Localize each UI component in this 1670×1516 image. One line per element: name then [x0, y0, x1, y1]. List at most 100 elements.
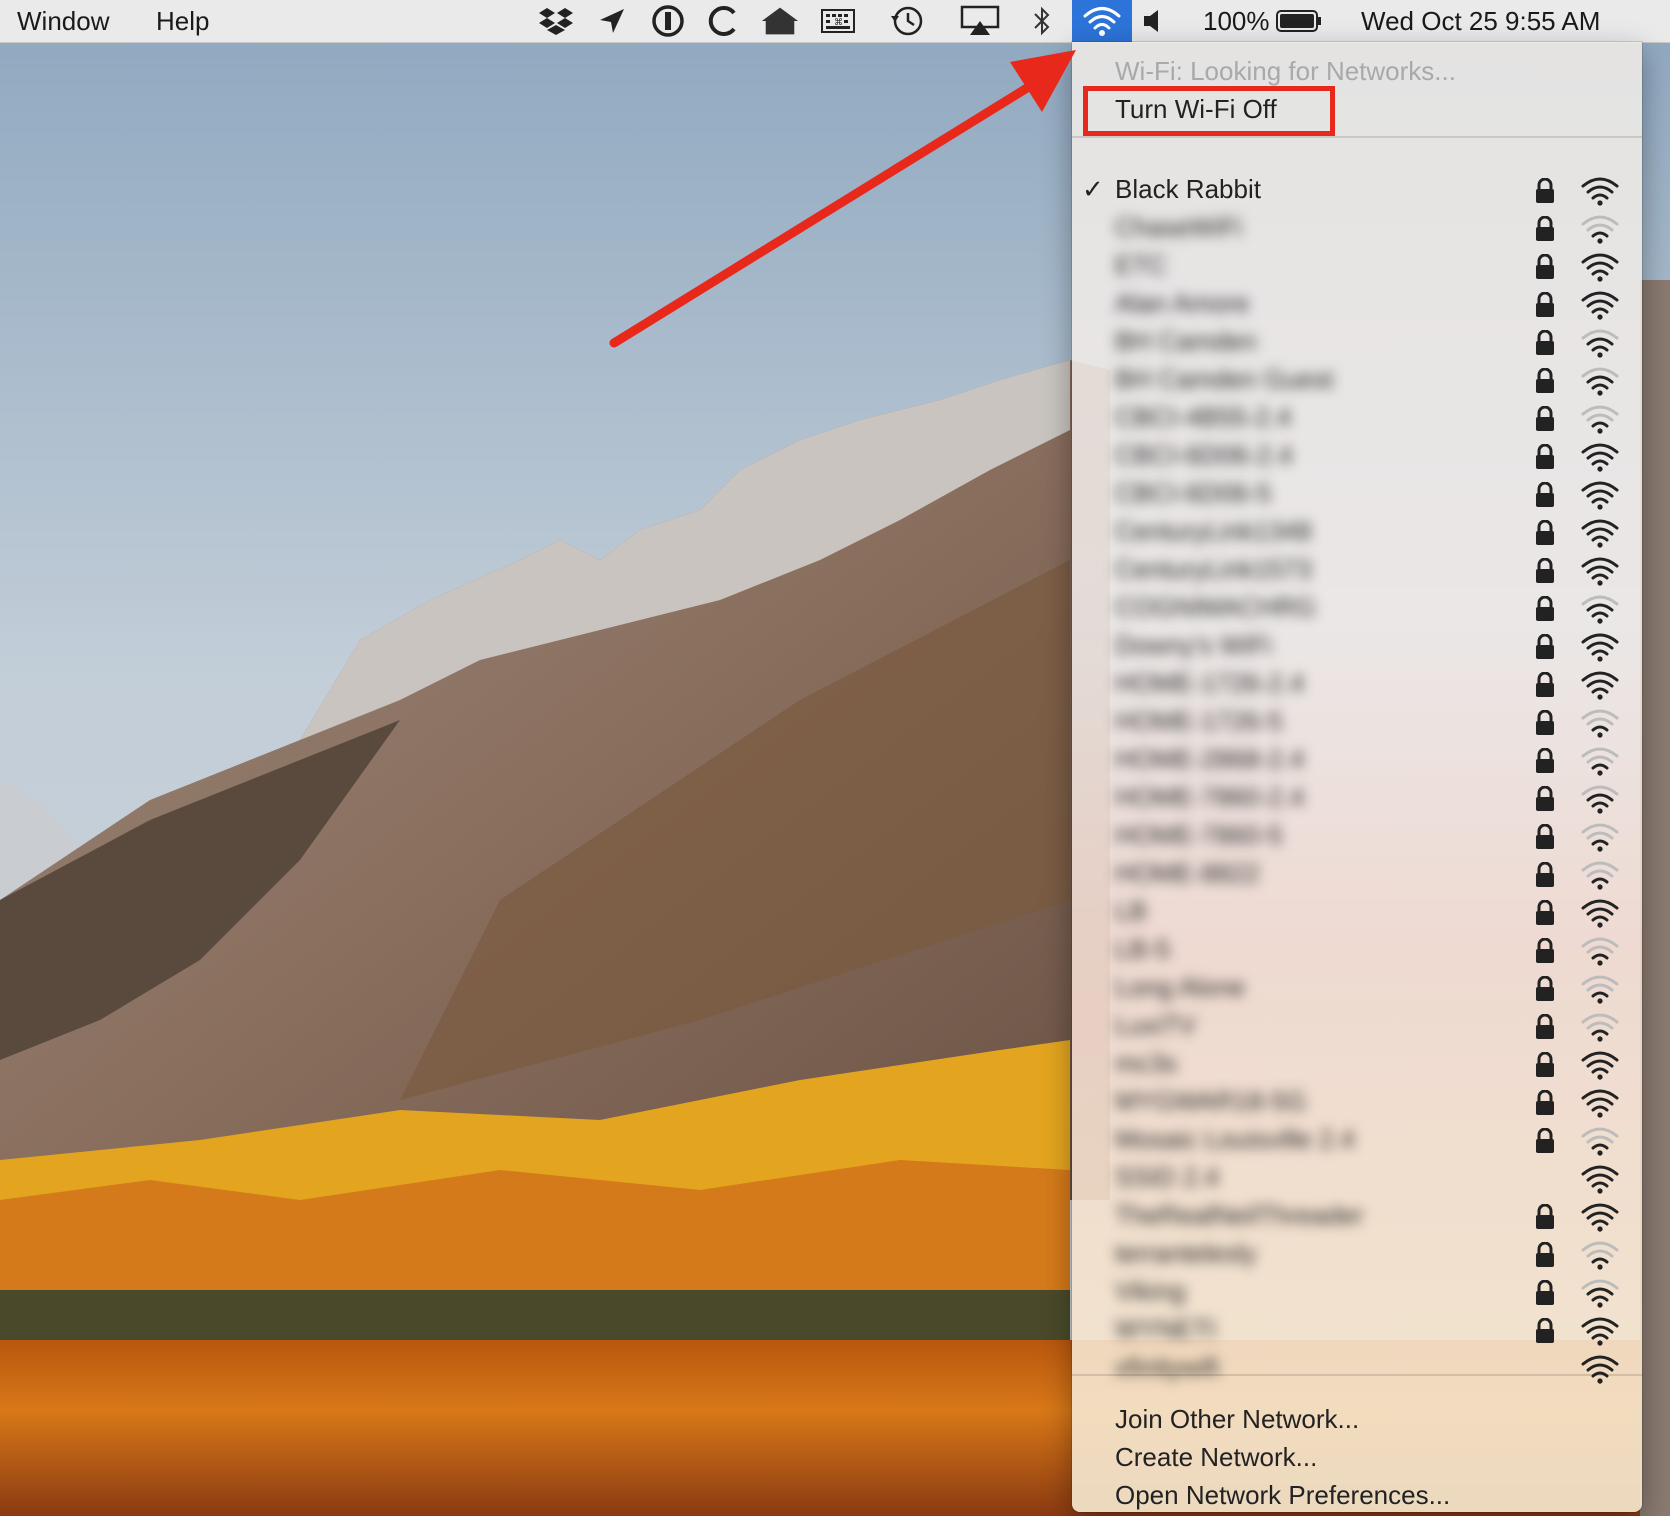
network-name: LB	[1115, 896, 1147, 926]
network-item-connected[interactable]: ✓ Black Rabbit	[1072, 170, 1642, 208]
network-name: Downy's WiFi	[1115, 630, 1272, 660]
network-item[interactable]: HOME-8822	[1072, 854, 1642, 892]
network-item[interactable]: HOME-7860-5	[1072, 816, 1642, 854]
network-item[interactable]: CenturyLink1573	[1072, 550, 1642, 588]
volume-icon[interactable]	[1134, 4, 1174, 38]
lock-icon	[1536, 178, 1554, 203]
create-network-item[interactable]: Create Network...	[1072, 1438, 1642, 1476]
lock-icon	[1536, 330, 1554, 355]
wifi-dropdown-menu: Wi-Fi: Looking for Networks... Turn Wi-F…	[1072, 42, 1642, 1512]
wifi-signal-icon	[1581, 823, 1619, 852]
wifi-signal-icon	[1581, 1089, 1619, 1118]
network-item[interactable]: SSID 2.4	[1072, 1158, 1642, 1196]
home-icon[interactable]	[760, 4, 800, 38]
lock-icon	[1536, 520, 1554, 545]
network-name: CBCI-6D06-2.4	[1115, 440, 1293, 470]
network-item[interactable]: COGNIMACHRG	[1072, 588, 1642, 626]
battery-icon[interactable]	[1275, 4, 1323, 38]
wifi-signal-icon	[1581, 405, 1619, 434]
network-item[interactable]: mc3s	[1072, 1044, 1642, 1082]
lock-icon	[1536, 558, 1554, 583]
network-item[interactable]: HOME-2868-2.4	[1072, 740, 1642, 778]
lock-icon	[1536, 748, 1554, 773]
network-item[interactable]: CenturyLink1348	[1072, 512, 1642, 550]
wifi-icon[interactable]	[1072, 0, 1132, 42]
network-item[interactable]: xfinitywifi	[1072, 1348, 1642, 1386]
wifi-signal-icon	[1581, 1051, 1619, 1080]
network-item[interactable]: Viking	[1072, 1272, 1642, 1310]
menu-help[interactable]: Help	[156, 5, 209, 37]
highlight-box-annotation	[1083, 86, 1335, 136]
lock-icon	[1536, 900, 1554, 925]
lock-icon	[1536, 786, 1554, 811]
network-name: ETC	[1115, 250, 1167, 280]
wifi-signal-icon	[1581, 975, 1619, 1004]
network-name: TheRealNeilThreader	[1115, 1200, 1364, 1230]
network-name: CBCI-6D06-5	[1115, 478, 1272, 508]
network-item[interactable]: TheRealNeilThreader	[1072, 1196, 1642, 1234]
network-name: COGNIMACHRG	[1115, 592, 1316, 622]
network-name: MYGWAR18-5G	[1115, 1086, 1307, 1116]
wifi-signal-icon	[1581, 937, 1619, 966]
network-item[interactable]: ChaseWiFi	[1072, 208, 1642, 246]
lock-icon	[1536, 596, 1554, 621]
network-item[interactable]: Mosaic Louisville 2.4	[1072, 1120, 1642, 1158]
open-network-preferences-item[interactable]: Open Network Preferences...	[1072, 1476, 1642, 1512]
keyboard-viewer-icon[interactable]: ⌘	[818, 4, 858, 38]
wifi-signal-icon	[1581, 367, 1619, 396]
network-item[interactable]: Downy's WiFi	[1072, 626, 1642, 664]
network-name: CenturyLink1573	[1115, 554, 1312, 584]
network-item[interactable]: BH Camden	[1072, 322, 1642, 360]
network-name: HOME-1726-2.4	[1115, 668, 1305, 698]
dropbox-icon[interactable]	[536, 4, 576, 38]
network-name: HOME-8822	[1115, 858, 1260, 888]
wifi-signal-icon	[1581, 519, 1619, 548]
network-item[interactable]: ETC	[1072, 246, 1642, 284]
lock-icon	[1536, 634, 1554, 659]
network-item[interactable]: terrantelesly	[1072, 1234, 1642, 1272]
network-item[interactable]: CBCI-6D06-5	[1072, 474, 1642, 512]
network-item[interactable]: HOME-7860-2.4	[1072, 778, 1642, 816]
lock-icon	[1536, 824, 1554, 849]
network-name: BH Camden	[1115, 326, 1257, 356]
wifi-status-row: Wi-Fi: Looking for Networks...	[1072, 52, 1642, 90]
wifi-signal-icon	[1581, 747, 1619, 776]
network-name: xfinitywifi	[1115, 1352, 1220, 1382]
network-item[interactable]: Alan Amore	[1072, 284, 1642, 322]
network-item[interactable]: HOME-1726-5	[1072, 702, 1642, 740]
wifi-signal-icon	[1581, 633, 1619, 662]
clock-datetime[interactable]: Wed Oct 25 9:55 AM	[1361, 5, 1600, 37]
menu-window[interactable]: Window	[17, 5, 109, 37]
network-item[interactable]: CBCI-4B55-2.4	[1072, 398, 1642, 436]
time-machine-icon[interactable]	[887, 4, 927, 38]
wifi-signal-icon	[1581, 709, 1619, 738]
airplay-icon[interactable]	[960, 4, 1000, 38]
bluetooth-icon[interactable]	[1022, 4, 1062, 38]
network-item[interactable]: CBCI-6D06-2.4	[1072, 436, 1642, 474]
network-item[interactable]: LB	[1072, 892, 1642, 930]
network-name: SSID 2.4	[1115, 1162, 1220, 1192]
network-item[interactable]: LB-5	[1072, 930, 1642, 968]
lock-icon	[1536, 1052, 1554, 1077]
network-item[interactable]: MYGWAR18-5G	[1072, 1082, 1642, 1120]
wifi-signal-icon	[1581, 785, 1619, 814]
location-arrow-icon[interactable]	[592, 4, 632, 38]
network-item[interactable]: WYNETI	[1072, 1310, 1642, 1348]
join-other-network-item[interactable]: Join Other Network...	[1072, 1400, 1642, 1438]
network-item[interactable]: BH Camden Guest	[1072, 360, 1642, 398]
network-name: Mosaic Louisville 2.4	[1115, 1124, 1355, 1154]
network-item[interactable]: HOME-1726-2.4	[1072, 664, 1642, 702]
wifi-signal-icon	[1581, 1317, 1619, 1346]
network-name: Viking	[1115, 1276, 1186, 1306]
wifi-signal-icon	[1581, 1127, 1619, 1156]
lock-icon	[1536, 444, 1554, 469]
menu-bar: Window Help ⌘ 100% Wed Oct 25 9:55 AM	[0, 0, 1670, 43]
1password-icon[interactable]	[648, 4, 688, 38]
wifi-signal-icon	[1581, 177, 1619, 206]
network-name: LuxiTV	[1115, 1010, 1196, 1040]
lock-icon	[1536, 862, 1554, 887]
network-name: BH Camden Guest	[1115, 364, 1334, 394]
c-app-icon[interactable]	[704, 4, 744, 38]
network-item[interactable]: LuxiTV	[1072, 1006, 1642, 1044]
network-item[interactable]: Long Alone	[1072, 968, 1642, 1006]
